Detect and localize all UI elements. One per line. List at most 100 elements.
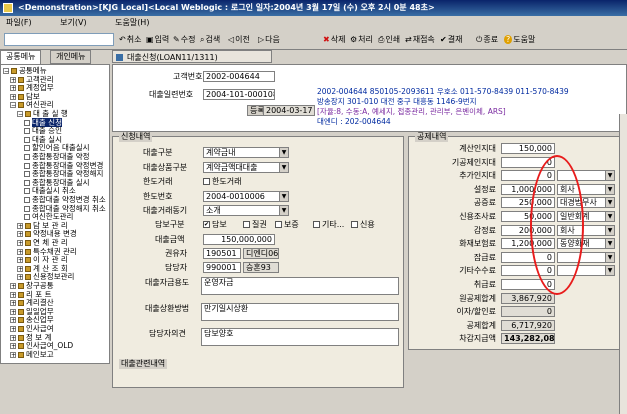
field-select[interactable]: 소개 ▼ (203, 205, 289, 216)
manager-id-field[interactable]: 990001 (203, 262, 241, 273)
toolbar-button-print[interactable]: ⎙인쇄 (378, 33, 400, 47)
expand-toggle-icon[interactable]: + (17, 265, 23, 272)
dropdown-arrow-icon[interactable]: ▼ (605, 198, 614, 208)
dropdown-arrow-icon[interactable]: ▼ (279, 192, 288, 201)
menu-view[interactable]: 보기(V) (54, 16, 92, 30)
deduction-group-title: 공제내역 (415, 132, 449, 142)
collateral-option-label: 기타... (322, 220, 345, 229)
menu-search-input[interactable] (4, 33, 114, 46)
collateral-option-label: 질권 (252, 220, 267, 229)
deduction-amount[interactable]: 150,000 (501, 143, 555, 154)
expand-toggle-icon[interactable]: + (17, 257, 23, 264)
page-icon (24, 119, 30, 126)
expand-toggle-icon[interactable]: + (10, 308, 16, 315)
customer-info-line: 2002-004644 850105-2093611 우호소 011-570-8… (317, 87, 569, 96)
delete-icon: ✖ (323, 35, 330, 44)
expand-toggle-icon[interactable]: + (10, 343, 16, 350)
expand-toggle-icon[interactable]: + (17, 248, 23, 255)
side-tabs: 공통메뉴 개인메뉴 (0, 50, 110, 64)
expand-toggle-icon[interactable]: + (10, 334, 16, 341)
expand-toggle-icon[interactable]: + (10, 76, 16, 83)
dropdown-arrow-icon[interactable]: ▼ (605, 212, 614, 221)
page-icon (24, 145, 30, 152)
toolbar-button-prev[interactable]: ◁이전 (228, 33, 250, 47)
limit-trade-checkbox[interactable]: 한도거래 (203, 176, 241, 187)
dropdown-arrow-icon[interactable]: ▼ (605, 171, 614, 181)
tab-personal-menu[interactable]: 개인메뉴 (50, 50, 92, 64)
toolbar-button-exit[interactable]: ⏻종료 (476, 33, 498, 47)
dropdown-arrow-icon[interactable]: ▼ (279, 148, 288, 157)
expand-toggle-icon[interactable]: − (10, 102, 16, 109)
field-select-value: 계약금액대대출 (206, 163, 258, 172)
document-tab[interactable]: 대출신청(LOAN11/1311) (112, 50, 272, 63)
customer-info-line: 대엔디 : 202-004644 (317, 117, 391, 126)
field-select[interactable]: 계약금액대대출 ▼ (203, 162, 289, 173)
expand-toggle-icon[interactable]: + (17, 274, 23, 281)
toolbar-button-next[interactable]: ▷다음 (258, 33, 280, 47)
expand-toggle-icon[interactable]: + (10, 326, 16, 333)
collateral-option[interactable]: 보증 (275, 219, 299, 230)
toolbar-button-new[interactable]: ▣입력 (146, 33, 169, 47)
purpose-field[interactable]: 운영자금 (201, 277, 399, 295)
expand-toggle-icon[interactable]: + (10, 93, 16, 100)
dropdown-arrow-icon[interactable]: ▼ (605, 266, 614, 276)
expand-toggle-icon[interactable]: + (10, 283, 16, 290)
collateral-option[interactable]: 질권 (243, 219, 267, 230)
menu-file[interactable]: 파일(F) (0, 16, 38, 30)
expand-toggle-icon[interactable]: + (17, 240, 23, 247)
opinion-label: 담당자의견 (149, 329, 186, 338)
field-label: 한도거래 (143, 177, 173, 186)
checkbox-icon (313, 221, 320, 228)
collateral-option[interactable]: 기타... (313, 219, 344, 230)
toolbar-button-label: 수정 (180, 35, 196, 44)
vertical-scrollbar[interactable] (619, 114, 627, 414)
field-select[interactable]: 계약금내 ▼ (203, 147, 289, 158)
dropdown-arrow-icon[interactable]: ▼ (605, 252, 614, 262)
customer-no-label: 고객번호 (173, 72, 203, 81)
folder-icon (25, 274, 31, 281)
toolbar-button-help[interactable]: ? 도움말 (504, 33, 535, 47)
expand-toggle-icon[interactable]: + (10, 351, 16, 358)
menu-help[interactable]: 도움말(H) (109, 16, 155, 30)
deduction-label: 계산인지대 (459, 144, 496, 153)
tree-item[interactable]: + 메인보고 (10, 350, 54, 359)
expand-toggle-icon[interactable]: + (10, 317, 16, 324)
toolbar-button-process[interactable]: ⚙처리 (350, 33, 373, 47)
expand-toggle-icon[interactable]: + (10, 300, 16, 307)
expand-toggle-icon[interactable]: + (17, 231, 23, 238)
toolbar-button-delete[interactable]: ✖삭제 (323, 33, 345, 47)
toolbar-button-label: 취소 (126, 35, 142, 44)
deduction-amount: 6,717,920 (501, 319, 555, 331)
opinion-field[interactable]: 담보양호 (201, 328, 399, 346)
expand-toggle-icon[interactable]: + (17, 222, 23, 229)
toolbar-button-cancel[interactable]: ↶취소 (119, 33, 141, 47)
repay-label: 대출상환방법 (145, 304, 190, 313)
tab-personal-menu-label: 개인메뉴 (56, 52, 86, 61)
collateral-option[interactable]: 신용 (351, 219, 375, 230)
toolbar-button-reconnect[interactable]: ⇄재접속 (405, 33, 435, 47)
toolbar-button-edit[interactable]: ✎수정 (173, 33, 195, 47)
tab-common-menu[interactable]: 공통메뉴 (0, 50, 42, 64)
dropdown-arrow-icon[interactable]: ▼ (605, 239, 614, 249)
expand-toggle-icon[interactable]: + (10, 85, 16, 92)
repay-field[interactable]: 만기일시상환 (201, 303, 399, 321)
expand-toggle-icon[interactable]: + (10, 291, 16, 298)
toolbar-button-approve[interactable]: ✔결재 (440, 33, 462, 47)
broker-id-field[interactable]: 190501 (203, 248, 241, 259)
dropdown-arrow-icon[interactable]: ▼ (605, 225, 614, 235)
folder-icon (18, 102, 24, 109)
customer-no-field[interactable]: 2002-004644 (203, 71, 275, 82)
dropdown-arrow-icon[interactable]: ▼ (279, 206, 288, 215)
toolbar-button-search[interactable]: ⌕검색 (200, 33, 220, 47)
amount-field[interactable]: 150,000,000 (203, 234, 275, 245)
dropdown-arrow-icon[interactable]: ▼ (605, 184, 614, 194)
expand-toggle-icon[interactable]: − (17, 111, 23, 118)
collateral-option[interactable]: ✔ 담보 (203, 219, 227, 230)
dropdown-arrow-icon[interactable]: ▼ (279, 163, 288, 172)
loan-app-no-field[interactable]: 2004-101-000108 (203, 89, 275, 100)
customer-info-line: [자율:8, 수동:A, 예세지, 접종관리, 관리부, 은벤이체, ARS] (317, 107, 506, 116)
tab-common-menu-label: 공통메뉴 (6, 52, 36, 61)
page-icon (24, 171, 30, 178)
expand-toggle-icon[interactable]: − (3, 68, 9, 75)
field-select[interactable]: 2004-0010006 ▼ (203, 191, 289, 202)
